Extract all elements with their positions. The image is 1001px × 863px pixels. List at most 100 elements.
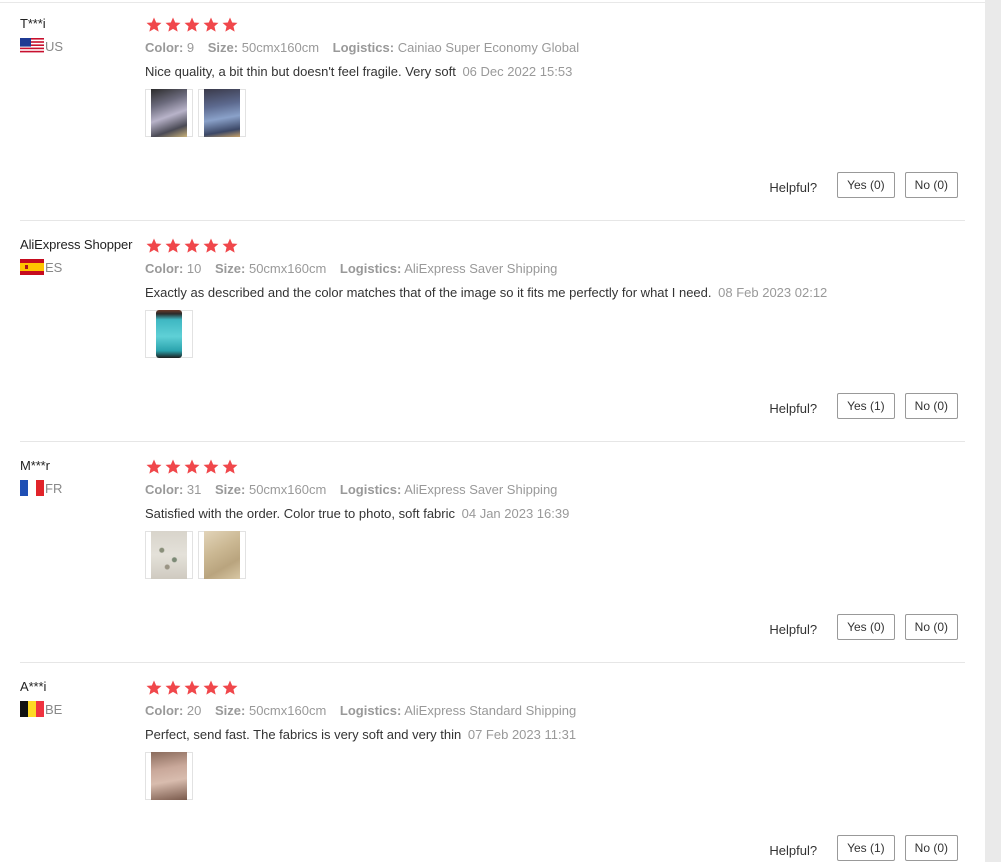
reviewer-country: BE: [20, 701, 62, 717]
logistics-value: AliExpress Saver Shipping: [404, 482, 558, 497]
review-attributes: Color: 20 Size: 50cmx160cm Logistics: Al…: [145, 703, 586, 718]
star-rating: [145, 679, 586, 697]
star-icon: [164, 237, 182, 255]
size-label: Size:: [215, 703, 246, 718]
review-photo-thumbnail[interactable]: [145, 752, 193, 800]
color-value: 20: [186, 703, 202, 718]
reviewer-name: A***i: [20, 679, 47, 694]
review-text: Exactly as described and the color match…: [145, 285, 827, 300]
helpful-yes-button[interactable]: Yes (0): [837, 614, 895, 640]
helpful-no-button[interactable]: No (0): [904, 614, 958, 640]
us-flag-icon: [20, 38, 44, 54]
helpful-no-button[interactable]: No (0): [904, 835, 958, 861]
review-date: 04 Jan 2023 16:39: [461, 506, 570, 521]
review-attributes: Color: 10 Size: 50cmx160cm Logistics: Al…: [145, 261, 827, 276]
review-date: 06 Dec 2022 15:53: [462, 64, 573, 79]
size-label: Size:: [207, 40, 239, 55]
scrollbar-track[interactable]: [985, 0, 1001, 862]
review-body: Nice quality, a bit thin but doesn't fee…: [145, 64, 456, 79]
star-icon: [164, 458, 182, 476]
helpful-no-button[interactable]: No (0): [904, 172, 958, 198]
reviewer-info: M***r FR: [20, 458, 62, 496]
review-photos: [145, 752, 586, 800]
helpful-vote: Helpful? Yes (1) No (0): [769, 835, 958, 861]
star-icon: [145, 679, 163, 697]
review-content: Color: 20 Size: 50cmx160cm Logistics: Al…: [145, 679, 586, 800]
color-label: Color:: [145, 703, 184, 718]
size-label: Size:: [215, 261, 246, 276]
size-value: 50cmx160cm: [248, 261, 327, 276]
logistics-label: Logistics:: [332, 40, 395, 55]
review-text: Nice quality, a bit thin but doesn't fee…: [145, 64, 589, 79]
review-photo-thumbnail[interactable]: [145, 89, 193, 137]
review-photos: [145, 531, 569, 579]
size-value: 50cmx160cm: [248, 482, 327, 497]
review-item: A***i BE Color: 20 Size: 50cmx160cm Logi…: [0, 663, 985, 863]
country-code: FR: [45, 480, 63, 496]
star-icon: [164, 16, 182, 34]
star-icon: [221, 458, 239, 476]
helpful-yes-button[interactable]: Yes (0): [837, 172, 895, 198]
review-date: 08 Feb 2023 02:12: [718, 285, 828, 300]
color-label: Color:: [145, 482, 184, 497]
color-label: Color:: [145, 261, 184, 276]
star-icon: [164, 679, 182, 697]
star-icon: [221, 679, 239, 697]
review-item: AliExpress Shopper ES Color: 10 Size: 50…: [0, 221, 985, 442]
photo-folded-fabric-dark: [151, 89, 187, 137]
review-content: Color: 31 Size: 50cmx160cm Logistics: Al…: [145, 458, 569, 579]
helpful-vote: Helpful? Yes (0) No (0): [769, 614, 958, 640]
helpful-label: Helpful?: [769, 400, 818, 416]
star-icon: [145, 16, 163, 34]
color-value: 31: [186, 482, 202, 497]
helpful-yes-button[interactable]: Yes (1): [837, 393, 895, 419]
star-icon: [183, 16, 201, 34]
helpful-no-button[interactable]: No (0): [904, 393, 958, 419]
star-icon: [145, 237, 163, 255]
reviewer-name: AliExpress Shopper: [20, 237, 133, 252]
helpful-vote: Helpful? Yes (0) No (0): [769, 172, 958, 198]
reviewer-country: ES: [20, 259, 132, 275]
star-icon: [202, 237, 220, 255]
review-body: Perfect, send fast. The fabrics is very …: [145, 727, 462, 742]
color-label: Color:: [145, 40, 184, 55]
reviewer-info: T***i US: [20, 16, 63, 54]
logistics-value: AliExpress Standard Shipping: [404, 703, 577, 718]
review-text: Satisfied with the order. Color true to …: [145, 506, 569, 521]
photo-floral-fabric: [151, 531, 187, 579]
review-attributes: Color: 31 Size: 50cmx160cm Logistics: Al…: [145, 482, 569, 497]
star-rating: [145, 237, 827, 255]
reviewer-info: AliExpress Shopper ES: [20, 237, 132, 275]
star-icon: [183, 679, 201, 697]
review-photo-thumbnail[interactable]: [198, 89, 246, 137]
logistics-label: Logistics:: [339, 482, 402, 497]
review-photo-thumbnail[interactable]: [198, 531, 246, 579]
review-attributes: Color: 9 Size: 50cmx160cm Logistics: Cai…: [145, 40, 589, 55]
star-rating: [145, 458, 569, 476]
review-photo-thumbnail[interactable]: [145, 310, 193, 358]
helpful-label: Helpful?: [769, 842, 818, 858]
color-value: 9: [186, 40, 195, 55]
country-code: BE: [45, 701, 63, 717]
review-list: T***i US Color: 9 Size: 50cmx160cm Logis…: [0, 0, 985, 863]
star-icon: [183, 458, 201, 476]
photo-beige-fabric: [204, 531, 240, 579]
review-content: Color: 10 Size: 50cmx160cm Logistics: Al…: [145, 237, 827, 358]
review-body: Exactly as described and the color match…: [145, 285, 712, 300]
review-photo-thumbnail[interactable]: [145, 531, 193, 579]
review-item: T***i US Color: 9 Size: 50cmx160cm Logis…: [0, 0, 985, 221]
star-rating: [145, 16, 589, 34]
logistics-value: AliExpress Saver Shipping: [404, 261, 558, 276]
size-value: 50cmx160cm: [248, 703, 327, 718]
star-icon: [202, 16, 220, 34]
helpful-label: Helpful?: [769, 621, 818, 637]
helpful-yes-button[interactable]: Yes (1): [837, 835, 895, 861]
size-label: Size:: [215, 482, 246, 497]
be-flag-icon: [20, 701, 44, 717]
helpful-label: Helpful?: [769, 179, 818, 195]
helpful-vote: Helpful? Yes (1) No (0): [769, 393, 958, 419]
photo-folded-fabric-blue: [204, 89, 240, 137]
review-content: Color: 9 Size: 50cmx160cm Logistics: Cai…: [145, 16, 589, 137]
size-value: 50cmx160cm: [241, 40, 320, 55]
review-date: 07 Feb 2023 11:31: [467, 727, 577, 742]
